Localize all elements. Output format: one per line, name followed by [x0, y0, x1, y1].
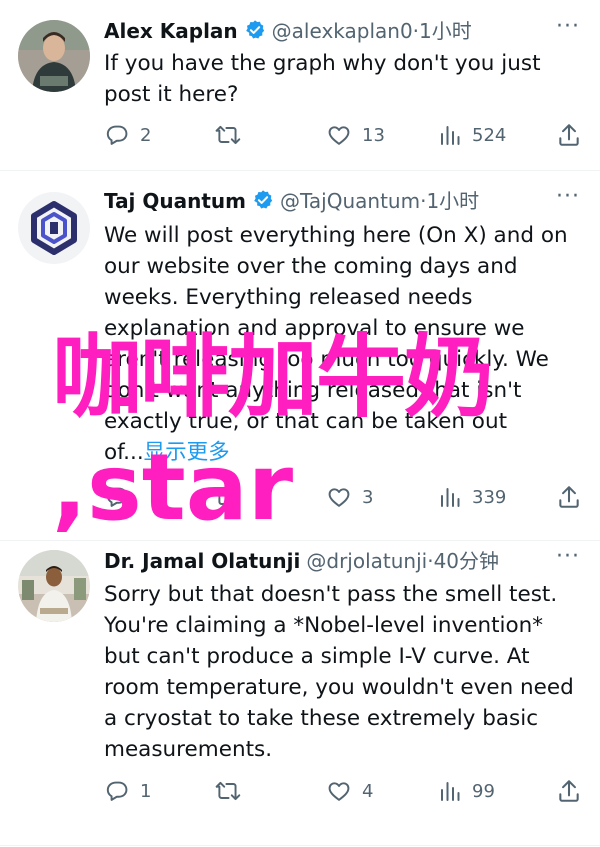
tweet-taj-quantum[interactable]: Taj Quantum @TajQuantum·1小时 ··· We will p…: [0, 170, 600, 540]
reply-icon: [106, 125, 128, 145]
tweet-text-line: don't want anything released that isn't: [104, 378, 522, 403]
tweet-text: Sorry but that doesn't pass the smell te…: [104, 579, 582, 765]
tweet-text: We will post everything here (On X) and …: [104, 220, 582, 468]
verified-badge-icon: [252, 189, 274, 219]
avatar[interactable]: [18, 550, 90, 622]
like-button[interactable]: 13: [326, 120, 385, 150]
more-options-button[interactable]: ···: [556, 184, 580, 209]
reply-count: 1: [140, 780, 152, 802]
reply-button[interactable]: 2: [104, 120, 151, 150]
like-button[interactable]: 3: [326, 482, 373, 512]
share-icon: [559, 486, 579, 508]
share-button[interactable]: [556, 120, 582, 150]
taj-quantum-logo-icon: [18, 192, 90, 264]
divider: [0, 845, 600, 846]
tweet-actions: 1 4 99: [104, 776, 582, 806]
view-count: 524: [472, 124, 507, 146]
views-button[interactable]: 524: [438, 120, 506, 150]
timestamp[interactable]: 1小时: [419, 19, 472, 43]
repost-button[interactable]: [214, 776, 242, 806]
avatar[interactable]: [18, 192, 90, 264]
repost-icon: [215, 125, 241, 145]
tweet-text-line: a cryostat to take these extremely basic: [104, 706, 539, 731]
more-options-button[interactable]: ···: [556, 544, 580, 569]
avatar[interactable]: [18, 20, 90, 92]
tweet-text-line: measurements.: [104, 737, 273, 762]
tweet-jamal-olatunji[interactable]: Dr. Jamal Olatunji @drjolatunji·40分钟 ··· …: [0, 540, 600, 847]
tweet-text-line: post it here?: [104, 82, 239, 107]
author-handle[interactable]: @alexkaplan0: [272, 19, 413, 43]
view-count: 99: [472, 780, 495, 802]
reply-icon: [106, 487, 128, 507]
tweet-text-line: our website over the coming days and: [104, 254, 518, 279]
verified-badge-icon: [244, 19, 266, 49]
tweet-text-line: weeks. Everything released needs: [104, 285, 473, 310]
tweet-actions: 2 13 524: [104, 120, 582, 150]
tweet-text-line: exactly true, or that can be taken out: [104, 409, 507, 434]
author-handle[interactable]: @drjolatunji: [306, 549, 427, 573]
views-button[interactable]: 339: [438, 482, 506, 512]
author-name[interactable]: Dr. Jamal Olatunji: [104, 549, 300, 573]
avatar-jamal-olatunji-image: [18, 550, 90, 622]
tweet-text-line: Sorry but that doesn't pass the smell te…: [104, 582, 558, 607]
share-button[interactable]: [556, 482, 582, 512]
views-icon: [441, 782, 460, 801]
share-icon: [559, 780, 579, 802]
views-icon: [441, 488, 460, 507]
repost-button[interactable]: [214, 482, 242, 512]
author-name[interactable]: Taj Quantum: [104, 189, 246, 213]
tweet-text-line: You're claiming a *Nobel-level invention…: [104, 613, 544, 638]
like-count: 13: [362, 124, 385, 146]
tweet-text-line: aren't releasing too much too quickly. W…: [104, 347, 549, 372]
reply-button[interactable]: 1: [104, 776, 151, 806]
repost-button[interactable]: [214, 120, 242, 150]
views-button[interactable]: 99: [438, 776, 495, 806]
tweet-text-line: but can't produce a simple I-V curve. At: [104, 644, 530, 669]
view-count: 339: [472, 486, 507, 508]
tweet-alex-kaplan[interactable]: Alex Kaplan @alexkaplan0·1小时 ··· If you h…: [0, 0, 600, 170]
show-more-link[interactable]: 显示更多: [144, 440, 230, 465]
more-options-button[interactable]: ···: [556, 14, 580, 39]
repost-icon: [215, 487, 241, 507]
tweet-text-line: explanation and approval to ensure we: [104, 316, 525, 341]
avatar-alex-kaplan-image: [18, 20, 90, 92]
share-button[interactable]: [556, 776, 582, 806]
truncated-text: of...: [104, 440, 144, 465]
timestamp[interactable]: 1小时: [426, 189, 479, 213]
reply-count: 2: [140, 124, 152, 146]
reply-button[interactable]: [104, 482, 130, 512]
repost-icon: [215, 781, 241, 801]
author-handle[interactable]: @TajQuantum: [280, 189, 420, 213]
author-name[interactable]: Alex Kaplan: [104, 19, 238, 43]
share-icon: [559, 124, 579, 146]
timestamp[interactable]: 40分钟: [434, 549, 499, 573]
tweet-text: If you have the graph why don't you just…: [104, 48, 582, 110]
like-count: 3: [362, 486, 374, 508]
like-button[interactable]: 4: [326, 776, 373, 806]
heart-icon: [328, 782, 350, 801]
reply-icon: [106, 781, 128, 801]
views-icon: [441, 126, 460, 145]
tweet-text-line: We will post everything here (On X) and …: [104, 223, 568, 248]
tweet-text-line: of...显示更多: [104, 437, 582, 468]
tweet-text-line: If you have the graph why don't you just: [104, 51, 541, 76]
tweet-actions: 3 339: [104, 482, 582, 512]
tweet-text-line: room temperature, you wouldn't even need: [104, 675, 574, 700]
heart-icon: [328, 126, 350, 145]
like-count: 4: [362, 780, 374, 802]
heart-icon: [328, 488, 350, 507]
